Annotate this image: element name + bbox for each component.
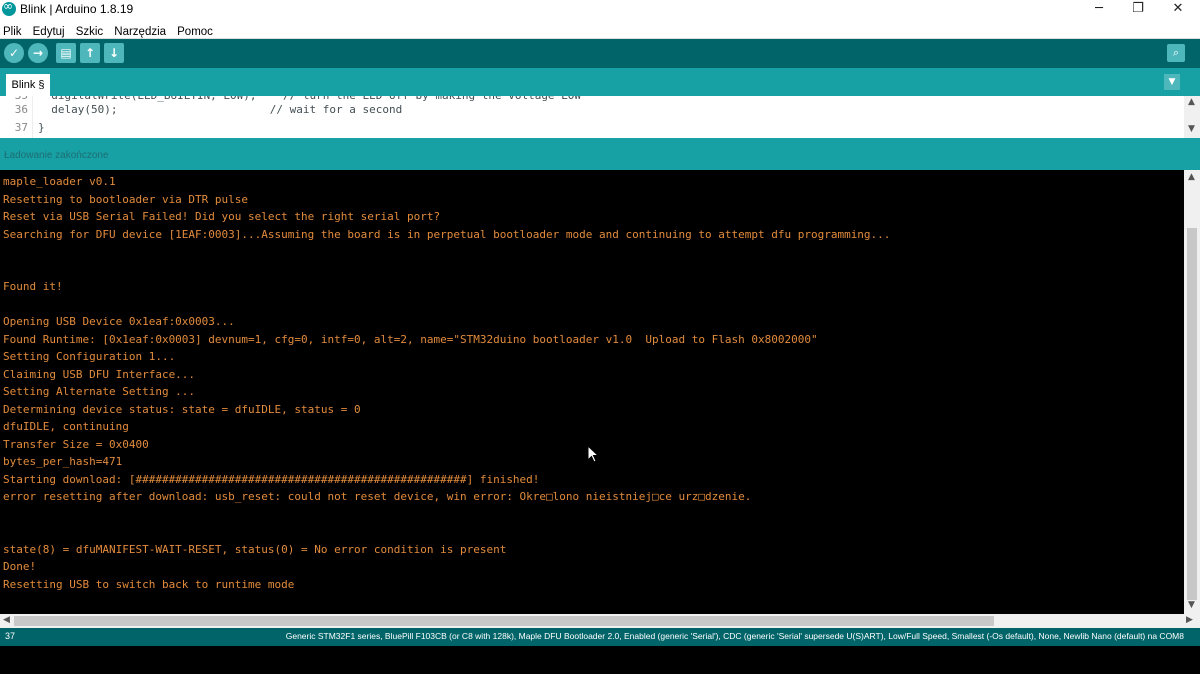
console-line: Searching for DFU device [1EAF:0003]...A… [3, 227, 891, 241]
console-vertical-scrollbar[interactable]: ▲ ▼ [1184, 170, 1200, 614]
line-number: 36 [14, 103, 28, 116]
status-bar: Ładowanie zakończone [0, 138, 1200, 170]
console-line: error resetting after download: usb_rese… [3, 490, 752, 503]
console-line: Claiming USB DFU Interface... [3, 367, 196, 381]
arrow-down-icon: ↓ [108, 46, 120, 60]
window-title: Blink | Arduino 1.8.19 [20, 2, 134, 16]
title-bar: Blink | Arduino 1.8.19 ─ ❐ ✕ [0, 0, 1200, 20]
console-line: Found Runtime: [0x1eaf:0x0003] devnum=1,… [3, 332, 818, 346]
code-line[interactable]: } [38, 120, 45, 136]
scroll-thumb[interactable] [14, 616, 994, 626]
console-line: Transfer Size = 0x0400 [3, 437, 149, 451]
console-line: state(8) = dfuMANIFEST-WAIT-RESET, statu… [3, 542, 507, 556]
mouse-pointer-icon [587, 445, 600, 463]
tab-bar: Blink § ▼ [0, 68, 1200, 96]
toolbar: ✓ → ▤ ↑ ↓ ⌕ [0, 39, 1200, 68]
cursor-line-number: 37 [5, 631, 16, 641]
tab-menu-button[interactable]: ▼ [1164, 74, 1180, 90]
line-number: 37 [14, 121, 28, 134]
arrow-right-icon: → [32, 46, 44, 60]
status-message: Ładowanie zakończone [4, 150, 109, 161]
upload-button[interactable]: → [28, 43, 48, 63]
arrow-up-icon: ↑ [84, 46, 96, 60]
maximize-button[interactable]: ❐ [1118, 0, 1158, 20]
chevron-down-icon: ▼ [1168, 77, 1176, 87]
open-sketch-button[interactable]: ↑ [80, 43, 100, 63]
console-line: maple_loader v0.1 [3, 175, 116, 188]
scroll-thumb[interactable] [1187, 228, 1197, 600]
console-line: Done! [3, 560, 37, 573]
console-line: Determining device status: state = dfuID… [3, 402, 361, 416]
menu-bar: Plik Edytuj Szkic Narzędzia Pomoc [0, 20, 1200, 39]
console-output[interactable]: maple_loader v0.1 Resetting to bootloader… [0, 170, 1184, 614]
check-icon: ✓ [8, 46, 20, 60]
board-info: Generic STM32F1 series, BluePill F103CB … [285, 631, 1184, 641]
footer-bar: 37 Generic STM32F1 series, BluePill F103… [0, 628, 1200, 646]
verify-button[interactable]: ✓ [4, 43, 24, 63]
console-line: Resetting to bootloader via DTR pulse [3, 192, 249, 206]
console-line: Resetting USB to switch back to runtime … [3, 577, 295, 591]
console-line: Setting Alternate Setting ... [3, 385, 196, 398]
magnifier-icon: ⌕ [1172, 46, 1180, 59]
scroll-up-icon[interactable]: ▲ [1188, 172, 1195, 182]
scroll-up-icon[interactable]: ▲ [1188, 97, 1195, 107]
scroll-right-icon[interactable]: ▶ [1186, 615, 1193, 625]
arduino-logo-icon [2, 0, 16, 16]
editor-scrollbar[interactable]: ▲ ▼ [1184, 96, 1200, 138]
code-editor[interactable]: 35 digitalWrite(LED_BUILTIN, LOW); // tu… [0, 96, 1200, 138]
console-line: Opening USB Device 0x1eaf:0x0003... [3, 315, 235, 328]
console-line: Starting download: [####################… [3, 472, 540, 486]
scroll-down-icon[interactable]: ▼ [1188, 600, 1195, 610]
console-horizontal-scrollbar[interactable]: ◀ ▶ [0, 614, 1200, 628]
minimize-button[interactable]: ─ [1079, 0, 1119, 20]
close-button[interactable]: ✕ [1158, 0, 1198, 20]
tab-blink[interactable]: Blink § [6, 74, 50, 96]
scroll-left-icon[interactable]: ◀ [3, 615, 10, 625]
console-line: dfuIDLE, continuing [3, 420, 129, 433]
console-line: Setting Configuration 1... [3, 350, 176, 363]
new-sketch-button[interactable]: ▤ [56, 43, 76, 63]
new-file-icon: ▤ [60, 46, 72, 60]
console-line: Found it! [3, 280, 63, 293]
serial-monitor-button[interactable]: ⌕ [1167, 44, 1185, 62]
save-sketch-button[interactable]: ↓ [104, 43, 124, 63]
console-line: Reset via USB Serial Failed! Did you sel… [3, 210, 441, 223]
console-line: bytes_per_hash=471 [3, 455, 123, 468]
code-line[interactable]: delay(50); // wait for a second [38, 102, 402, 118]
scroll-down-icon[interactable]: ▼ [1188, 124, 1195, 134]
